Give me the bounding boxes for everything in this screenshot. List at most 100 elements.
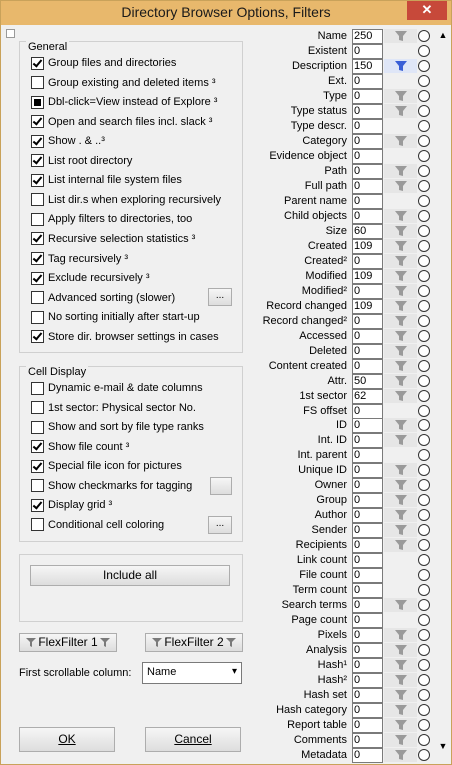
column-width-input[interactable]: 0 xyxy=(352,673,383,689)
filter-icon[interactable] xyxy=(384,463,417,478)
filter-icon[interactable] xyxy=(384,493,417,508)
column-radio[interactable] xyxy=(418,539,430,552)
filter-icon[interactable] xyxy=(384,388,417,403)
cell-display-option[interactable]: Show file count ³ xyxy=(31,439,129,455)
column-radio[interactable] xyxy=(418,734,430,747)
column-width-input[interactable]: 0 xyxy=(352,718,383,734)
filter-icon[interactable] xyxy=(384,703,417,718)
general-option[interactable]: List dir.s when exploring recursively xyxy=(31,192,221,208)
filter-icon[interactable] xyxy=(384,718,417,733)
column-radio[interactable] xyxy=(418,239,430,252)
general-option[interactable]: Open and search files incl. slack ³ xyxy=(31,114,212,130)
column-radio[interactable] xyxy=(418,494,430,507)
filter-icon[interactable] xyxy=(384,658,417,673)
filter-icon[interactable] xyxy=(384,508,417,523)
checkbox[interactable] xyxy=(31,193,44,207)
filter-icon[interactable] xyxy=(384,88,417,103)
column-width-input[interactable]: 0 xyxy=(352,463,383,479)
checkbox[interactable] xyxy=(31,479,44,493)
checkbox[interactable] xyxy=(31,420,44,434)
column-radio[interactable] xyxy=(418,524,430,537)
column-width-input[interactable]: 150 xyxy=(352,58,383,74)
column-width-input[interactable]: 62 xyxy=(352,388,383,404)
filter-icon[interactable] xyxy=(384,598,417,613)
column-radio[interactable] xyxy=(418,149,430,162)
checkbox[interactable] xyxy=(31,440,44,454)
general-option[interactable]: Show . & ..³ xyxy=(31,133,105,149)
column-radio[interactable] xyxy=(418,434,430,447)
column-width-input[interactable]: 0 xyxy=(352,688,383,704)
flexfilter-2-button[interactable]: FlexFilter 2 xyxy=(145,633,243,652)
column-width-input[interactable]: 0 xyxy=(352,133,383,149)
column-radio[interactable] xyxy=(418,194,430,207)
column-radio[interactable] xyxy=(418,119,430,132)
column-radio[interactable] xyxy=(418,569,430,582)
column-radio[interactable] xyxy=(418,704,430,717)
checkmarks-options-button[interactable] xyxy=(210,477,232,495)
column-width-input[interactable]: 0 xyxy=(352,508,383,524)
general-option[interactable]: Exclude recursively ³ xyxy=(31,270,149,286)
column-width-input[interactable]: 0 xyxy=(352,613,383,629)
ok-button[interactable]: OK xyxy=(19,727,115,752)
general-option[interactable]: List root directory xyxy=(31,153,132,169)
column-width-input[interactable]: 0 xyxy=(352,478,383,494)
column-radio[interactable] xyxy=(418,344,430,357)
column-radio[interactable] xyxy=(418,329,430,342)
checkbox[interactable] xyxy=(31,154,44,168)
column-radio[interactable] xyxy=(418,359,430,372)
general-option[interactable]: Store dir. browser settings in cases xyxy=(31,329,219,345)
filter-icon[interactable] xyxy=(384,418,417,433)
cell-display-option[interactable]: Special file icon for pictures xyxy=(31,458,182,474)
conditional-coloring-more-button[interactable]: ... xyxy=(208,516,232,534)
column-width-input[interactable]: 0 xyxy=(352,88,383,104)
checkbox[interactable] xyxy=(31,76,44,90)
filter-icon[interactable] xyxy=(384,253,417,268)
filter-icon[interactable] xyxy=(384,643,417,658)
filter-icon[interactable] xyxy=(384,358,417,373)
filter-icon[interactable] xyxy=(384,373,417,388)
filter-icon[interactable] xyxy=(384,343,417,358)
column-width-input[interactable]: 0 xyxy=(352,403,383,419)
column-radio[interactable] xyxy=(418,299,430,312)
column-radio[interactable] xyxy=(418,599,430,612)
column-radio[interactable] xyxy=(418,254,430,267)
column-width-input[interactable]: 250 xyxy=(352,29,383,44)
column-radio[interactable] xyxy=(418,44,430,57)
filter-icon[interactable] xyxy=(384,163,417,178)
checkbox[interactable] xyxy=(31,291,44,305)
column-width-input[interactable]: 0 xyxy=(352,598,383,614)
column-width-input[interactable]: 0 xyxy=(352,163,383,179)
column-radio[interactable] xyxy=(418,614,430,627)
column-width-input[interactable]: 0 xyxy=(352,493,383,509)
filter-icon[interactable] xyxy=(384,523,417,538)
column-radio[interactable] xyxy=(418,674,430,687)
column-radio[interactable] xyxy=(418,659,430,672)
filter-icon[interactable] xyxy=(384,688,417,703)
checkbox[interactable] xyxy=(31,56,44,70)
filter-icon[interactable] xyxy=(384,238,417,253)
column-radio[interactable] xyxy=(418,464,430,477)
general-option[interactable]: Tag recursively ³ xyxy=(31,251,128,267)
filter-icon[interactable] xyxy=(384,29,417,43)
column-width-input[interactable]: 109 xyxy=(352,238,383,254)
filter-icon[interactable] xyxy=(384,208,417,223)
column-radio[interactable] xyxy=(418,689,430,702)
column-width-input[interactable]: 0 xyxy=(352,658,383,674)
cell-display-option[interactable]: Show and sort by file type ranks xyxy=(31,419,204,435)
column-width-input[interactable]: 0 xyxy=(352,583,383,599)
checkbox[interactable] xyxy=(31,212,44,226)
column-width-input[interactable]: 0 xyxy=(352,703,383,719)
column-width-input[interactable]: 0 xyxy=(352,253,383,269)
checkbox[interactable] xyxy=(31,115,44,129)
checkbox[interactable] xyxy=(31,459,44,473)
column-radio[interactable] xyxy=(418,479,430,492)
column-width-input[interactable]: 0 xyxy=(352,418,383,434)
column-width-input[interactable]: 0 xyxy=(352,328,383,344)
cell-display-option[interactable]: 1st sector: Physical sector No. xyxy=(31,400,196,416)
filter-icon[interactable] xyxy=(384,673,417,688)
column-radio[interactable] xyxy=(418,419,430,432)
checkbox[interactable] xyxy=(31,173,44,187)
general-option[interactable]: List internal file system files xyxy=(31,172,182,188)
column-width-input[interactable]: 0 xyxy=(352,43,383,59)
column-width-input[interactable]: 0 xyxy=(352,733,383,749)
